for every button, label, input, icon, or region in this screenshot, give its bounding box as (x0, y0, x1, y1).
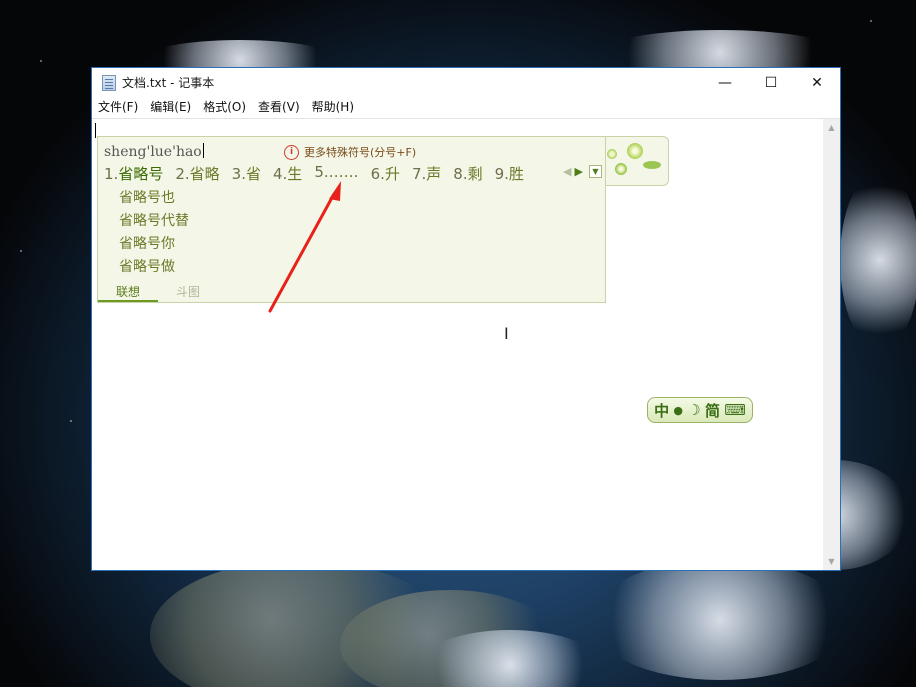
candidate-9[interactable]: 9.胜 (495, 163, 524, 184)
punctuation-dot-icon: ● (673, 403, 683, 417)
pinyin-composition: sheng'lue'hao (104, 143, 204, 160)
window-title: 文档.txt - 记事本 (122, 76, 215, 90)
tab-association[interactable]: 联想 (98, 284, 158, 302)
ime-flower-decoration (605, 136, 669, 186)
candidate-4[interactable]: 4.生 (273, 163, 302, 184)
info-icon: i (284, 144, 299, 160)
candidate-7[interactable]: 7.声 (412, 163, 441, 184)
pinyin-caret (202, 143, 204, 158)
menu-view[interactable]: 查看(V) (252, 97, 306, 117)
menu-edit[interactable]: 编辑(E) (144, 97, 197, 117)
candidate-2[interactable]: 2.省略 (175, 163, 219, 184)
ime-tab-bar: 联想 斗图 (98, 284, 605, 302)
notepad-icon (102, 74, 116, 91)
candidate-6[interactable]: 6.升 (371, 163, 400, 184)
close-button[interactable]: ✕ (794, 68, 840, 97)
association-item[interactable]: 省略号做 (119, 256, 175, 276)
association-item[interactable]: 省略号你 (119, 233, 175, 253)
moon-icon[interactable]: ☽ (687, 401, 700, 419)
candidate-list: 1.省略号 2.省略 3.省 4.生 5.…… 6.升 7.声 8.剩 9.胜 (104, 163, 536, 184)
association-item[interactable]: 省略号代替 (119, 210, 189, 230)
vertical-scrollbar[interactable]: ▲ ▼ (823, 119, 840, 570)
ibeam-cursor-icon: I (504, 324, 509, 343)
expand-dropdown-icon[interactable]: ▼ (588, 165, 602, 178)
scroll-up-icon[interactable]: ▲ (823, 119, 840, 136)
title-bar[interactable]: 文档.txt - 记事本 — ☐ ✕ (92, 68, 840, 97)
pinyin-text: sheng'lue'hao (104, 144, 202, 160)
maximize-button[interactable]: ☐ (748, 68, 794, 97)
candidate-pager: ◀ ▶ ▼ (563, 165, 602, 178)
ime-status-bar[interactable]: 中 ● ☽ 简 ⌨ (647, 397, 753, 423)
ime-candidate-panel: sheng'lue'hao i 更多特殊符号(分号+F) 1.省略号 2.省略 … (97, 136, 606, 303)
candidate-5[interactable]: 5.…… (314, 163, 358, 184)
minimize-button[interactable]: — (702, 68, 748, 97)
candidate-3[interactable]: 3.省 (232, 163, 261, 184)
association-item[interactable]: 省略号也 (119, 187, 175, 207)
keyboard-icon[interactable]: ⌨ (724, 401, 746, 419)
special-symbol-hint[interactable]: i 更多特殊符号(分号+F) (284, 144, 416, 160)
candidate-8[interactable]: 8.剩 (453, 163, 482, 184)
prev-page-icon[interactable]: ◀ (563, 165, 571, 178)
simplified-toggle[interactable]: 简 (705, 400, 720, 421)
chinese-mode-toggle[interactable]: 中 (654, 400, 669, 421)
text-caret (95, 123, 96, 138)
next-page-icon[interactable]: ▶ (574, 165, 582, 178)
tab-sticker[interactable]: 斗图 (158, 284, 218, 302)
menu-help[interactable]: 帮助(H) (306, 97, 360, 117)
candidate-1[interactable]: 1.省略号 (104, 163, 163, 184)
menu-file[interactable]: 文件(F) (92, 97, 144, 117)
menu-format[interactable]: 格式(O) (197, 97, 252, 117)
scroll-down-icon[interactable]: ▼ (823, 553, 840, 570)
menu-bar: 文件(F) 编辑(E) 格式(O) 查看(V) 帮助(H) (92, 97, 840, 117)
hint-text: 更多特殊符号(分号+F) (304, 146, 417, 159)
